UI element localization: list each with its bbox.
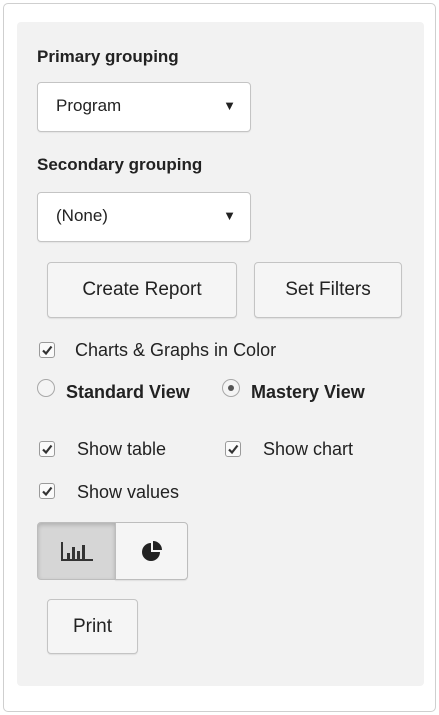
- secondary-grouping-select[interactable]: (None) ▼: [37, 192, 251, 242]
- report-options-container: Primary grouping Program ▼ Secondary gro…: [3, 3, 436, 712]
- primary-grouping-label: Primary grouping: [37, 47, 179, 66]
- print-button[interactable]: Print: [47, 599, 138, 654]
- mastery-view-radio[interactable]: [222, 379, 240, 397]
- set-filters-button[interactable]: Set Filters: [254, 262, 402, 318]
- standard-view-label: Standard View: [66, 382, 190, 402]
- show-values-label: Show values: [77, 482, 180, 502]
- color-checkbox[interactable]: [39, 342, 55, 358]
- checkmark-icon: [42, 345, 53, 356]
- radio-selected-dot: [228, 385, 234, 391]
- secondary-grouping-value: (None): [56, 206, 108, 225]
- pie-chart-toggle[interactable]: [115, 522, 188, 580]
- pie-chart-icon: [142, 541, 162, 561]
- dropdown-arrow-icon: ▼: [223, 98, 236, 113]
- create-report-button[interactable]: Create Report: [47, 262, 237, 318]
- primary-grouping-select[interactable]: Program ▼: [37, 82, 251, 132]
- show-values-checkbox[interactable]: [39, 483, 55, 499]
- show-chart-label: Show chart: [263, 439, 354, 459]
- bar-chart-toggle[interactable]: [37, 522, 116, 580]
- checkmark-icon: [42, 486, 53, 497]
- primary-grouping-value: Program: [56, 96, 122, 115]
- color-label: Charts & Graphs in Color: [75, 340, 277, 360]
- secondary-grouping-label: Secondary grouping: [37, 155, 203, 174]
- checkmark-icon: [42, 444, 53, 455]
- show-table-checkbox[interactable]: [39, 441, 55, 457]
- show-chart-checkbox[interactable]: [225, 441, 241, 457]
- dropdown-arrow-icon: ▼: [223, 208, 236, 223]
- report-options-panel: Primary grouping Program ▼ Secondary gro…: [17, 22, 424, 686]
- standard-view-radio[interactable]: [37, 379, 55, 397]
- bar-chart-icon: [61, 542, 93, 561]
- mastery-view-label: Mastery View: [251, 382, 365, 402]
- checkmark-icon: [228, 444, 239, 455]
- show-table-label: Show table: [77, 439, 167, 459]
